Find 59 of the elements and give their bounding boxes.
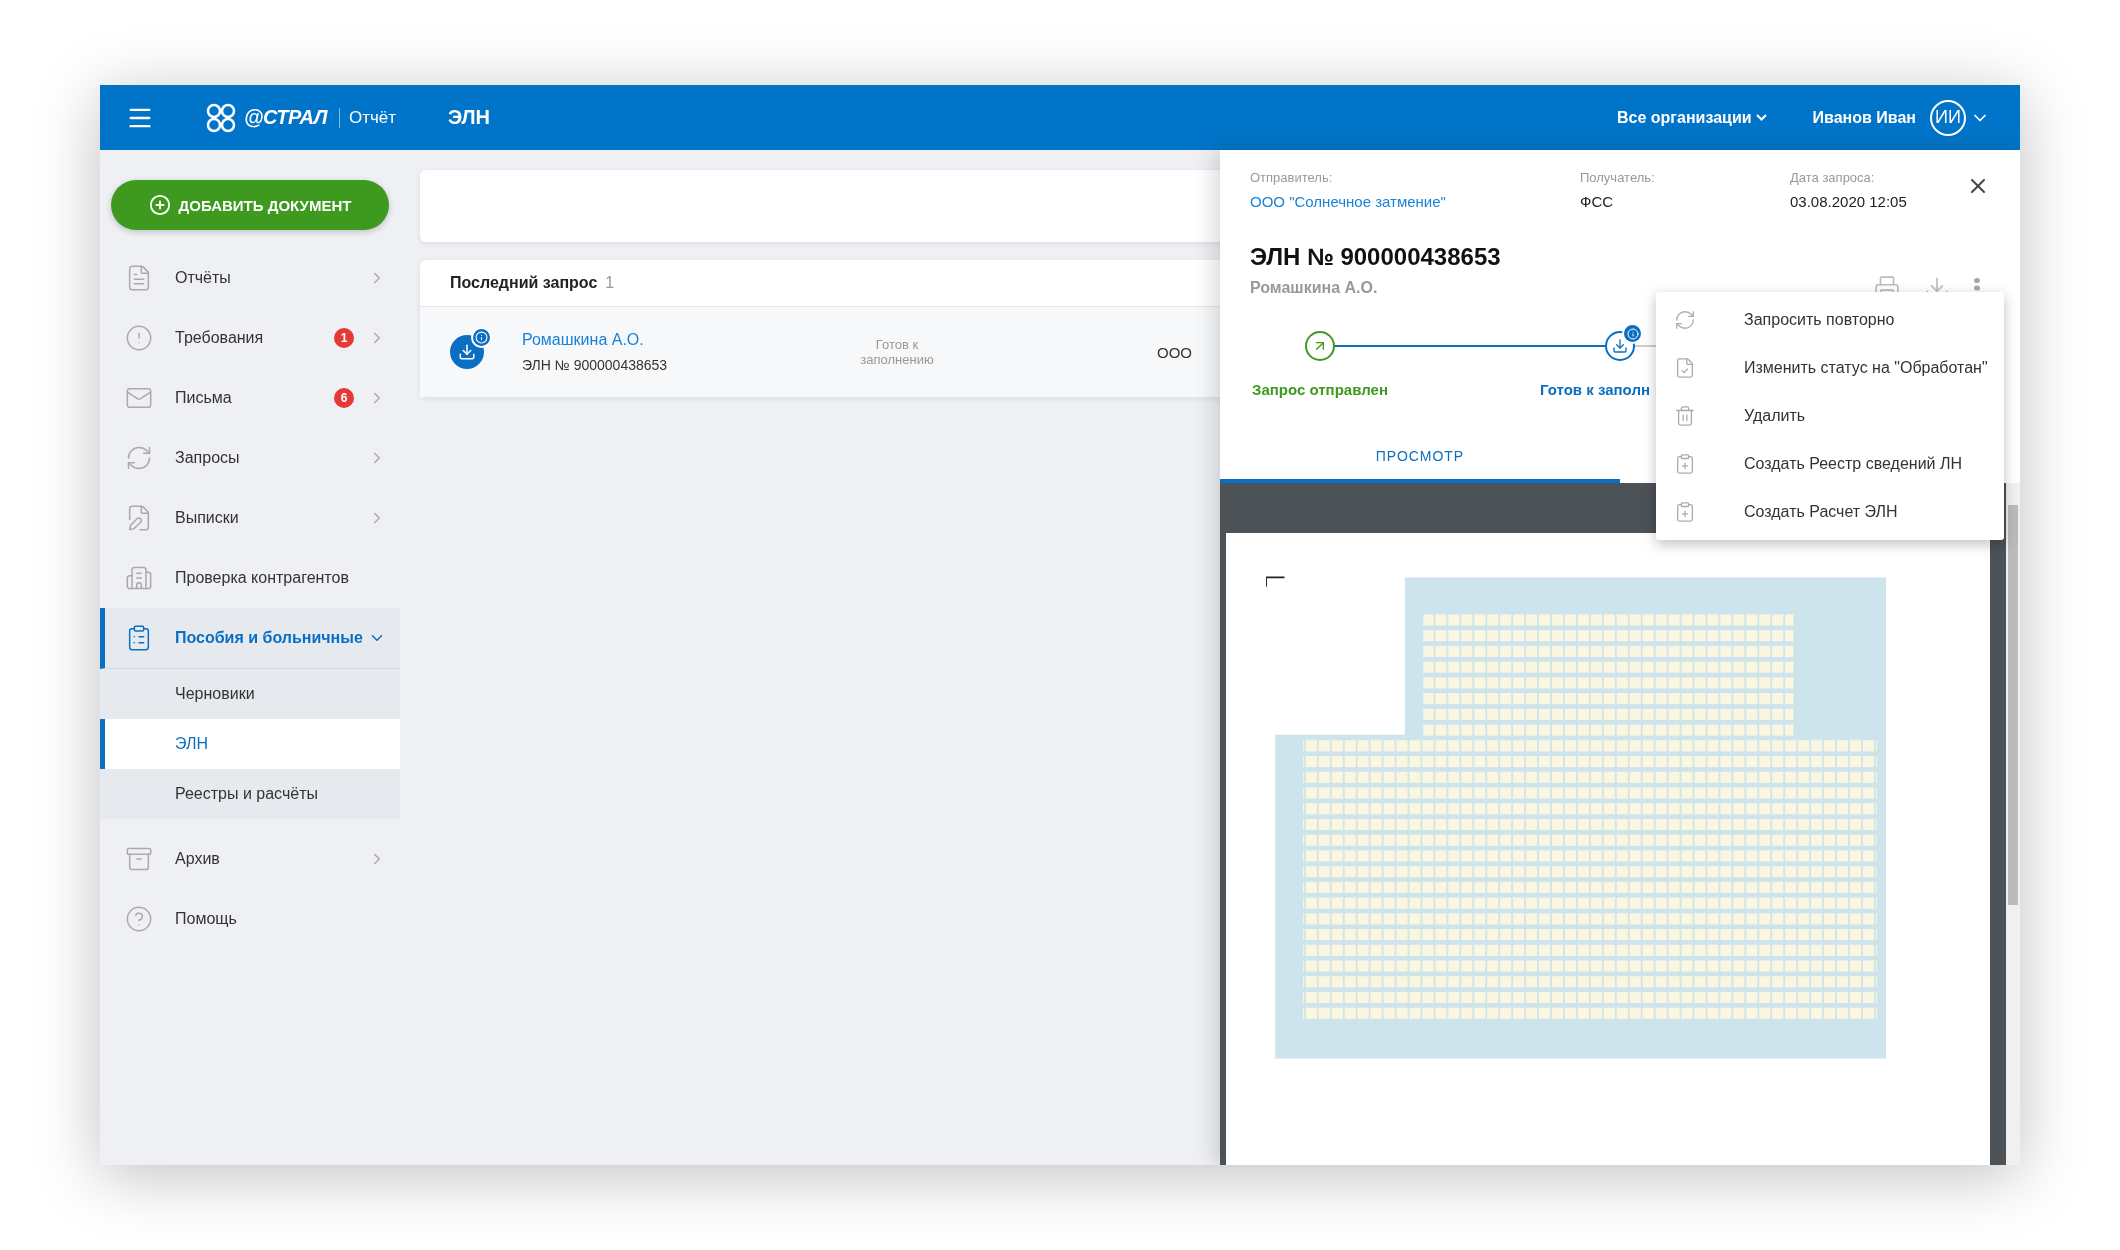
nav-label: Проверка контрагентов xyxy=(175,569,350,587)
menu-item-icon xyxy=(1674,405,1696,427)
sender-link[interactable]: ООО "Солнечное затмение" xyxy=(1250,193,1580,210)
sidebar-item[interactable]: Помощь xyxy=(100,889,400,949)
status-text: Готов к заполнению xyxy=(859,337,935,367)
field-label: Дата запроса: xyxy=(1790,170,1876,185)
menu-item-icon xyxy=(1674,357,1696,379)
nav-label: Пособия и больничные xyxy=(175,629,364,647)
nav-label: Требования xyxy=(175,329,265,347)
product-name: Отчёт xyxy=(338,107,397,128)
page-title: ЭЛН xyxy=(448,106,490,129)
user-avatar[interactable]: ИИ xyxy=(1930,99,1966,136)
field-value: ФСС xyxy=(1580,193,1615,210)
nav-label: Выписки xyxy=(175,509,240,527)
sidebar-item[interactable]: Запросы xyxy=(100,428,400,488)
step-label: Запрос отправлен xyxy=(1252,381,1388,398)
sidebar-item[interactable]: Архив xyxy=(100,829,400,889)
sidebar-subitem[interactable]: ЭЛН xyxy=(100,719,400,769)
step-label: Готов к заполн xyxy=(1540,381,1650,398)
list-count: 1 xyxy=(605,274,615,292)
sidebar-item[interactable]: Письма 6 xyxy=(100,368,400,428)
logo-text: @СТРАЛ xyxy=(244,106,327,129)
nav-label: Отчёты xyxy=(175,269,232,287)
info-icon xyxy=(471,327,492,348)
count-badge: 6 xyxy=(334,388,354,408)
count-badge: 1 xyxy=(334,328,354,348)
menu-item-icon xyxy=(1674,453,1696,475)
sidebar-subitem[interactable]: Реестры и расчёты xyxy=(100,769,400,819)
add-document-button[interactable]: ДОБАВИТЬ ДОКУМЕНТ xyxy=(111,180,389,230)
sidebar-item[interactable]: Отчёты xyxy=(100,248,400,308)
scrollbar[interactable] xyxy=(2006,483,2020,1165)
user-name: Иванов Иван xyxy=(1812,108,1916,127)
document-number: ЭЛН № 900000438653 xyxy=(522,357,669,373)
sidebar-item[interactable]: Пособия и больничные xyxy=(100,608,400,669)
menu-item-icon xyxy=(1674,501,1696,523)
menu-item-icon xyxy=(1674,309,1696,331)
sidebar-item[interactable]: Выписки xyxy=(100,488,400,548)
sidebar-subitem[interactable]: Черновики xyxy=(100,669,400,719)
sidebar-item[interactable]: Проверка контрагентов xyxy=(100,548,400,608)
step-icon xyxy=(1612,338,1628,354)
nav-label: Запросы xyxy=(175,449,241,467)
document-title: ЭЛН № 900000438653 xyxy=(1249,242,1502,271)
field-value: 03.08.2020 12:05 xyxy=(1790,193,1908,210)
menu-item[interactable]: Создать Реестр сведений ЛН xyxy=(1656,440,2004,488)
employee-name: Ромашкина А.О. xyxy=(1250,279,1379,297)
sidebar-item[interactable]: Требования 1 xyxy=(100,308,400,368)
menu-item[interactable]: Создать Расчет ЭЛН xyxy=(1656,488,2004,536)
download-icon xyxy=(458,343,476,361)
nav-label: Помощь xyxy=(175,910,238,928)
chevron-down-icon xyxy=(1755,114,1767,121)
organization-selector[interactable]: Все организации xyxy=(1611,107,1773,128)
plus-icon xyxy=(148,194,171,216)
nav-label: Письма xyxy=(175,389,233,407)
employee-link[interactable]: Ромашкина А.О. xyxy=(522,331,842,349)
field-label: Получатель: xyxy=(1580,170,1656,185)
list-title: Последний запрос xyxy=(450,274,598,292)
field-label: Отправитель: xyxy=(1250,170,1334,185)
nav-label: Архив xyxy=(175,850,221,868)
table-cell: ООО xyxy=(1157,343,1192,361)
